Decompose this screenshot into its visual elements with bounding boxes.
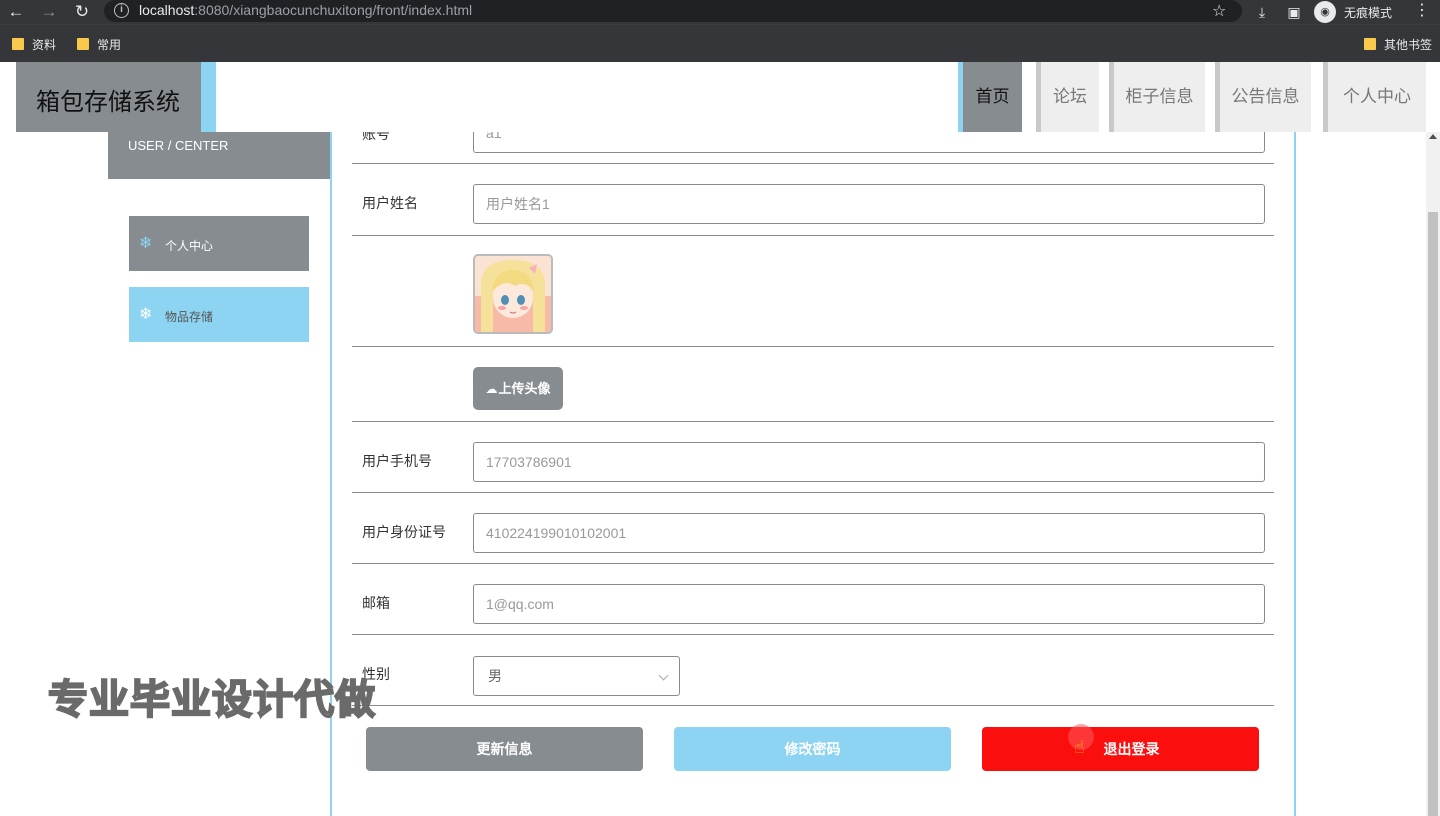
divider [352, 421, 1274, 422]
incognito-label: 无痕模式 [1344, 6, 1393, 20]
sidebar-panel-icon[interactable]: ▣ [1284, 2, 1304, 22]
scroll-thumb[interactable] [1428, 212, 1438, 816]
name-field[interactable]: 用户姓名1 [473, 184, 1265, 224]
folder-icon [1364, 38, 1376, 50]
section-title: USER / CENTER [128, 138, 229, 153]
divider [352, 492, 1274, 493]
nav-home[interactable]: 首页 [958, 62, 1022, 132]
email-label: 邮箱 [362, 595, 390, 611]
site-header: 箱包存储系统 首页 论坛 柜子信息 公告信息 个人中心 [0, 62, 1426, 132]
download-icon[interactable]: ⤓ [1252, 2, 1272, 22]
phone-label: 用户手机号 [362, 453, 432, 469]
profile-form: 账号 a1 用户姓名 用户姓名1 ☁上传头像 用户手机号 17703786901… [330, 112, 1296, 816]
divider [352, 563, 1274, 564]
bookmark-label: 常用 [97, 38, 122, 52]
avatar [473, 254, 553, 334]
scroll-up-arrow-icon[interactable] [1429, 134, 1437, 139]
watermark-text: 专业毕业设计代做 [47, 677, 376, 723]
divider [352, 235, 1274, 236]
logout-button[interactable]: ☝ 退出登录 [982, 724, 1259, 771]
site-logo[interactable]: 箱包存储系统 [16, 62, 216, 132]
nav-notice-info[interactable]: 公告信息 [1215, 62, 1311, 132]
other-bookmarks[interactable]: 其他书签 [1364, 36, 1432, 52]
sidebar-item-label: 个人中心 [165, 239, 214, 253]
page-content: 箱包存储系统 首页 论坛 柜子信息 公告信息 个人中心 USER / CENTE… [0, 62, 1440, 816]
nav-personal-center[interactable]: 个人中心 [1323, 62, 1426, 132]
back-arrow-icon[interactable]: ← [6, 2, 26, 22]
incognito-icon: ◉ [1314, 1, 1336, 23]
nav-cabinet-info[interactable]: 柜子信息 [1109, 62, 1205, 132]
address-bar[interactable]: i localhost:8080/xiangbaocunchuxitong/fr… [104, 0, 1242, 22]
sidebar-item-label: 物品存储 [165, 310, 214, 324]
divider [352, 634, 1274, 635]
url-text: localhost:8080/xiangbaocunchuxitong/fron… [139, 2, 473, 18]
page-scrollbar[interactable] [1426, 132, 1440, 816]
cloud-upload-icon: ☁ [485, 382, 498, 396]
divider [352, 163, 1274, 164]
snowflake-icon: ❄ [139, 306, 153, 323]
id-number-label: 用户身份证号 [362, 524, 446, 540]
bookmark-star-icon[interactable]: ☆ [1212, 1, 1226, 21]
logout-label: 退出登录 [1103, 741, 1160, 757]
sidebar-item-personal-center[interactable]: ❄ 个人中心 [129, 216, 309, 271]
chevron-down-icon [658, 670, 669, 681]
forward-arrow-icon[interactable]: → [39, 2, 59, 22]
name-label: 用户姓名 [362, 195, 418, 211]
change-password-button[interactable]: 修改密码 [674, 727, 951, 771]
bookmark-folder-changyong[interactable]: 常用 [77, 36, 121, 52]
browser-toolbar: ← → ↻ i localhost:8080/xiangbaocunchuxit… [0, 0, 1440, 24]
more-menu-icon[interactable]: ⋮ [1412, 0, 1432, 20]
nav-forum[interactable]: 论坛 [1036, 62, 1099, 132]
bookmark-label: 其他书签 [1384, 38, 1433, 52]
upload-avatar-label: 上传头像 [498, 381, 551, 396]
bookmark-folder-ziliao[interactable]: 资料 [12, 36, 56, 52]
email-field[interactable]: 1@qq.com [473, 584, 1265, 624]
site-info-icon[interactable]: i [114, 3, 129, 18]
snowflake-icon: ❄ [139, 235, 153, 252]
bookmark-label: 资料 [32, 38, 57, 52]
phone-field[interactable]: 17703786901 [473, 442, 1265, 482]
id-number-field[interactable]: 410224199010102001 [473, 513, 1265, 553]
gender-value: 男 [488, 668, 502, 684]
site-title: 箱包存储系统 [36, 89, 180, 116]
divider [352, 705, 1274, 706]
gender-select[interactable]: 男 [473, 656, 680, 696]
upload-avatar-button[interactable]: ☁上传头像 [473, 367, 563, 410]
reload-icon[interactable]: ↻ [72, 2, 92, 22]
folder-icon [12, 38, 24, 50]
bookmarks-bar: 资料 常用 其他书签 [0, 24, 1440, 62]
update-info-button[interactable]: 更新信息 [366, 727, 643, 771]
sidebar-item-item-storage[interactable]: ❄ 物品存储 [129, 287, 309, 342]
folder-icon [77, 38, 89, 50]
divider [352, 346, 1274, 347]
